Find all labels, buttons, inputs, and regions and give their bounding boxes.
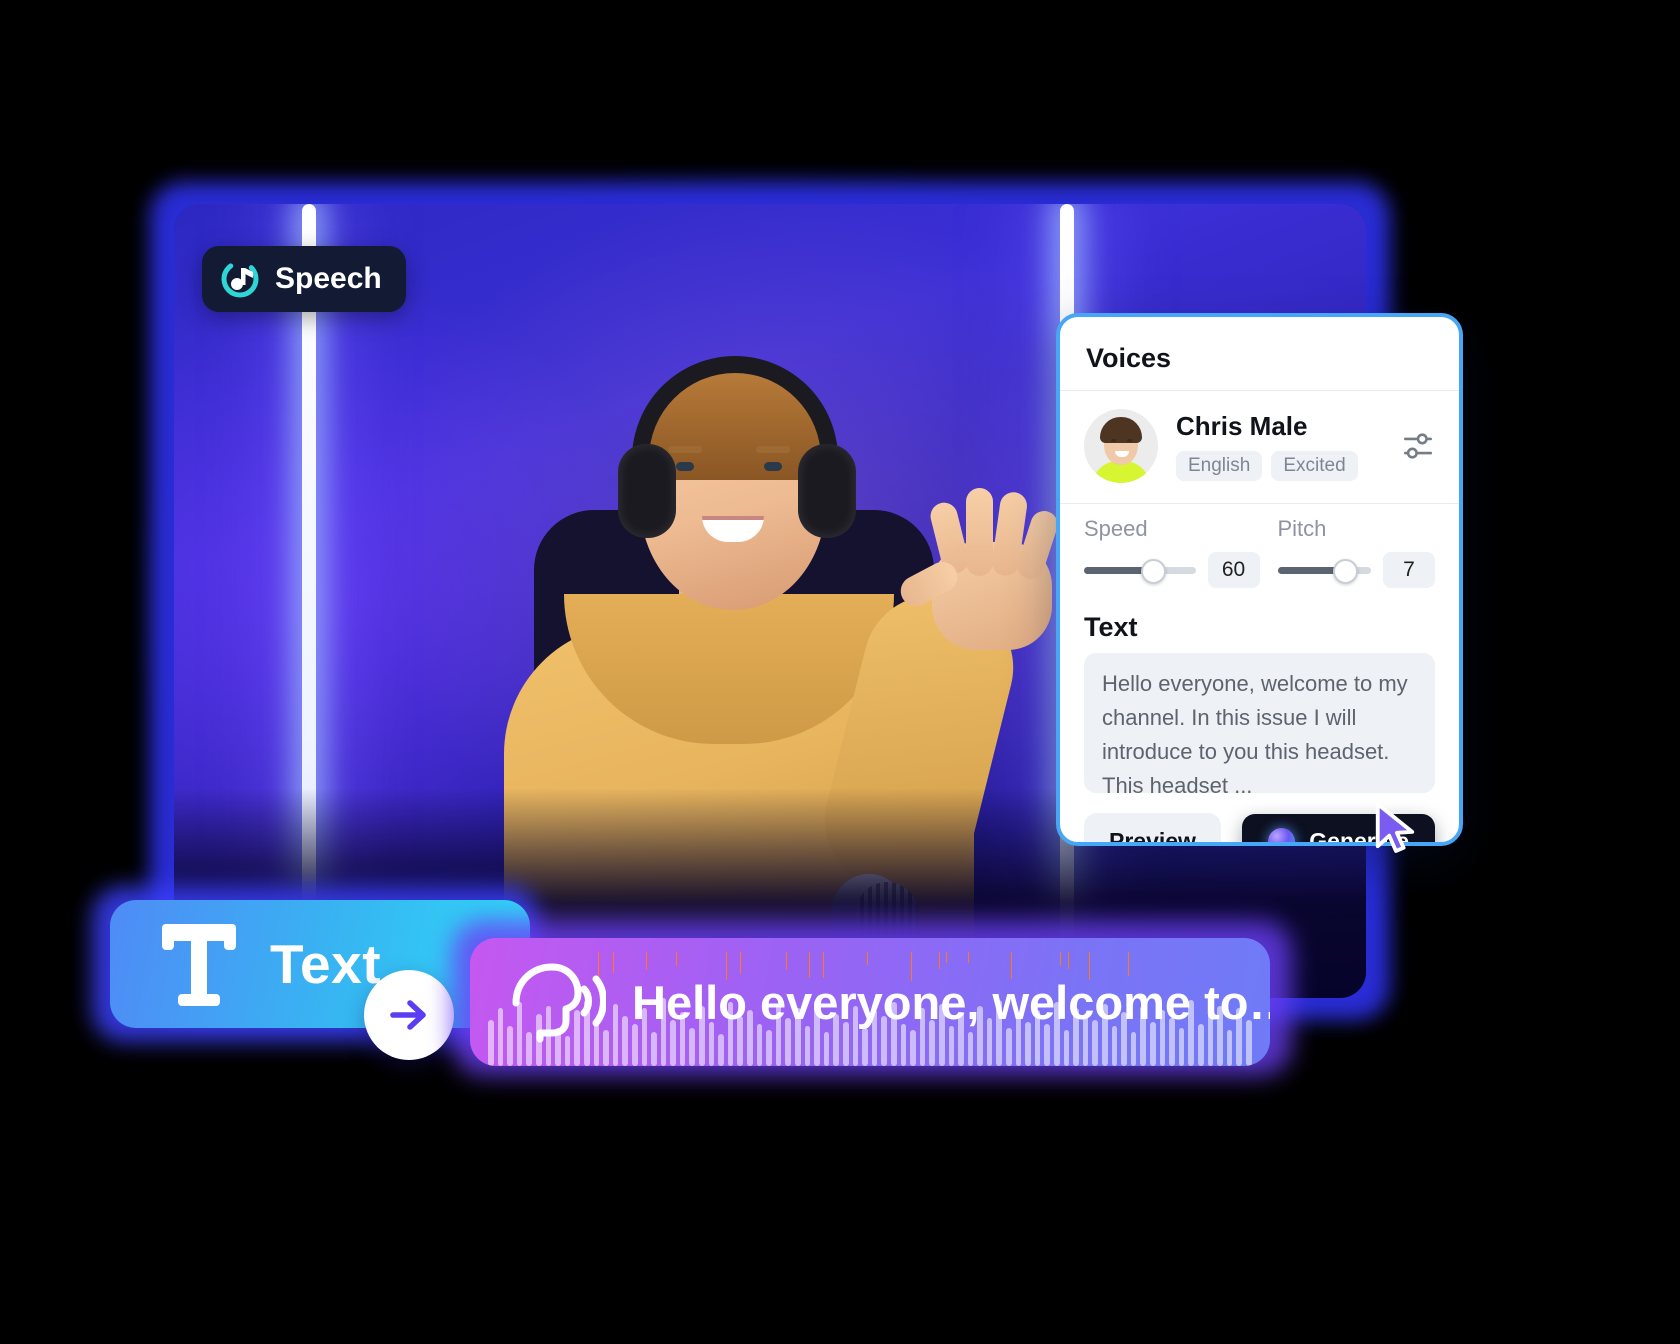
speed-label: Speed xyxy=(1084,516,1260,542)
music-note-circle-icon xyxy=(220,259,260,299)
voice-name: Chris Male xyxy=(1176,411,1383,442)
pitch-slider-row[interactable]: 7 xyxy=(1278,552,1436,588)
text-input[interactable]: Hello everyone, welcome to my channel. I… xyxy=(1084,653,1435,793)
avatar-eye xyxy=(1111,439,1116,442)
voice-tag-style: Excited xyxy=(1271,451,1357,481)
sliders-icon[interactable] xyxy=(1401,429,1435,463)
panel-title: Voices xyxy=(1060,317,1459,390)
voices-panel: Voices Chris Male English Excited Speed … xyxy=(1056,313,1463,846)
speed-slider-row[interactable]: 60 xyxy=(1084,552,1260,588)
speaking-head-icon xyxy=(506,959,606,1045)
speech-pill-label: Hello everyone, welcome to… xyxy=(632,975,1270,1030)
text-t-icon xyxy=(156,918,242,1010)
pitch-control: Pitch 7 xyxy=(1260,516,1436,588)
finger xyxy=(966,488,993,576)
mouse-pointer-icon xyxy=(1372,800,1418,858)
arrow-right-icon xyxy=(385,991,433,1039)
text-pill-label: Text xyxy=(270,932,381,996)
headphone-cup-right xyxy=(798,444,856,538)
pitch-label: Pitch xyxy=(1278,516,1436,542)
speech-pill[interactable]: Hello everyone, welcome to… xyxy=(470,938,1270,1066)
speed-slider-knob[interactable] xyxy=(1141,559,1166,584)
pitch-slider-track[interactable] xyxy=(1278,567,1372,574)
waving-hand-icon xyxy=(914,484,1064,644)
avatar-hair xyxy=(1100,417,1142,443)
speed-slider-track[interactable] xyxy=(1084,567,1196,574)
selected-voice-row[interactable]: Chris Male English Excited xyxy=(1060,391,1459,503)
pitch-value[interactable]: 7 xyxy=(1383,552,1435,588)
text-section-title: Text xyxy=(1060,592,1459,653)
voice-meta: Chris Male English Excited xyxy=(1176,411,1383,481)
voice-controls: Speed 60 Pitch 7 xyxy=(1060,504,1459,592)
avatar xyxy=(1084,409,1158,483)
speed-control: Speed 60 xyxy=(1084,516,1260,588)
speech-badge-label: Speech xyxy=(275,262,382,296)
voice-tags: English Excited xyxy=(1176,451,1383,481)
speech-badge: Speech xyxy=(202,246,406,312)
preview-button[interactable]: Preview xyxy=(1084,813,1221,846)
screenshot-root: Hello everyone, welcome to my channel. S… xyxy=(0,0,1680,1344)
headphone-cup-left xyxy=(618,444,676,538)
speed-value[interactable]: 60 xyxy=(1208,552,1260,588)
ai-orb-icon xyxy=(1268,828,1295,846)
avatar-eye xyxy=(1127,439,1132,442)
voice-tag-language: English xyxy=(1176,451,1262,481)
arrow-button[interactable] xyxy=(364,970,454,1060)
pitch-slider-knob[interactable] xyxy=(1333,559,1358,584)
